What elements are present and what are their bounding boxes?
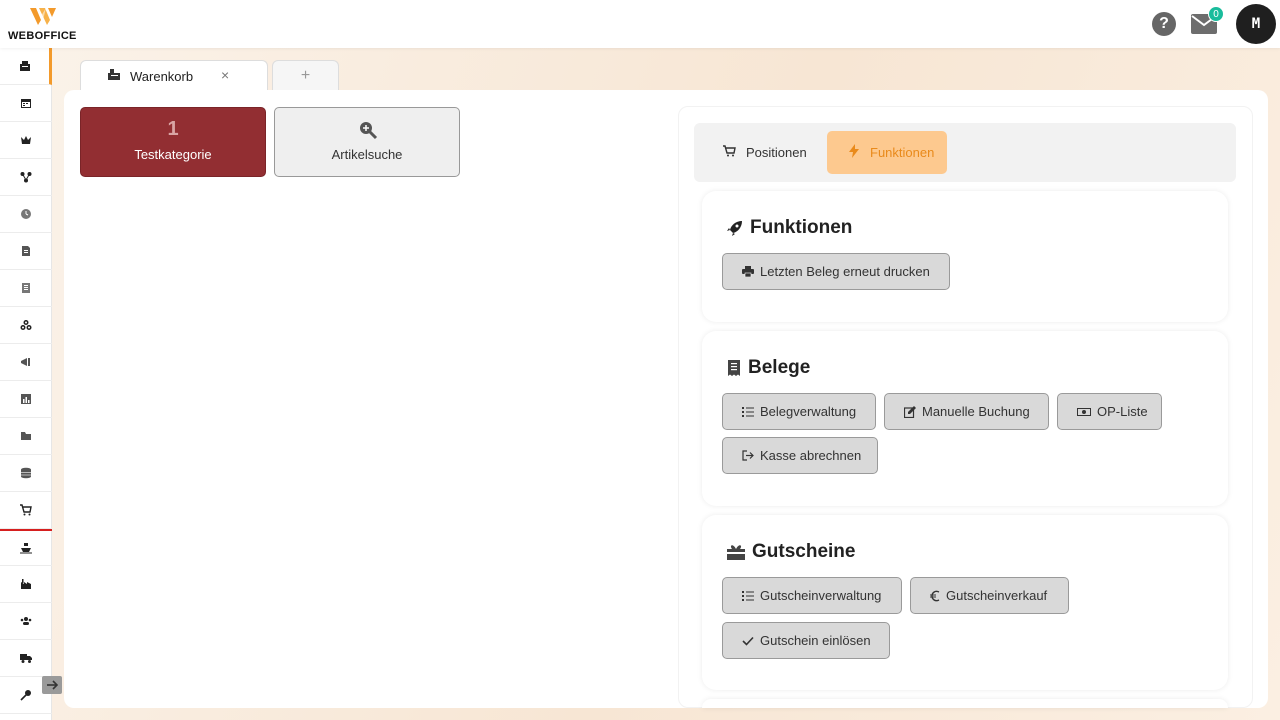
industry-icon xyxy=(21,579,31,589)
gutscheine-title: Gutscheine xyxy=(752,541,856,562)
sidebar-item-truck[interactable] xyxy=(0,640,52,677)
search-plus-icon xyxy=(360,122,378,140)
sidebar-item-chart[interactable] xyxy=(0,381,52,418)
crown-icon xyxy=(21,136,31,144)
money-bill-icon xyxy=(1077,407,1091,416)
tab-label: Warenkorb xyxy=(130,69,194,84)
card-funktionen: Funktionen Letzten Beleg erneut drucken xyxy=(702,191,1228,322)
sidebar-item-calendar[interactable] xyxy=(0,85,52,122)
close-icon[interactable]: × xyxy=(221,67,229,83)
gutschein-einloesen-label: Gutschein einlösen xyxy=(760,633,871,648)
sidebar-item-cash-register[interactable] xyxy=(0,48,52,85)
gutscheinverkauf-label: Gutscheinverkauf xyxy=(946,588,1048,603)
article-search-label: Artikelsuche xyxy=(331,147,403,162)
list-icon xyxy=(742,590,754,601)
check-icon xyxy=(742,636,754,646)
gift-card-icon xyxy=(727,545,745,560)
receipt-icon xyxy=(22,283,30,293)
sidebar-expand-button[interactable] xyxy=(42,676,62,694)
lightning-icon xyxy=(849,144,859,158)
gutscheinverwaltung-button[interactable]: Gutscheinverwaltung xyxy=(722,577,902,614)
positionen-label: Positionen xyxy=(746,145,807,160)
reprint-receipt-label: Letzten Beleg erneut drucken xyxy=(760,264,930,279)
sidebar-item-users[interactable] xyxy=(0,603,52,640)
card-belege: Belege Belegverwaltung Manuelle Buchung … xyxy=(702,331,1228,506)
folder-icon xyxy=(21,432,31,440)
cash-register-icon xyxy=(108,69,120,80)
sidebar-item-clock[interactable] xyxy=(0,196,52,233)
gutschein-einloesen-button[interactable]: Gutschein einlösen xyxy=(722,622,890,659)
cart-icon xyxy=(723,145,736,157)
card-title-funktionen: Funktionen xyxy=(726,217,852,239)
database-icon xyxy=(21,467,31,479)
calendar-icon xyxy=(21,99,31,108)
boxes-icon xyxy=(20,320,32,330)
category-label: Testkategorie xyxy=(134,147,212,162)
funktionen-title: Funktionen xyxy=(750,217,853,238)
add-tab-button[interactable]: + xyxy=(272,60,339,91)
key-icon xyxy=(20,690,31,701)
logo-text: WEBOFFICE xyxy=(8,30,77,42)
logo-mark-icon xyxy=(30,8,56,25)
mail-count-badge: 0 xyxy=(1208,6,1224,22)
truck-icon xyxy=(20,654,32,663)
receipt-icon xyxy=(728,360,740,376)
sidebar-item-folder[interactable] xyxy=(0,418,52,455)
article-search-button[interactable]: Artikelsuche xyxy=(274,107,460,177)
op-liste-label: OP-Liste xyxy=(1097,404,1148,419)
category-button-testkategorie[interactable]: 1 Testkategorie xyxy=(80,107,266,177)
network-icon xyxy=(20,172,32,183)
kasse-abrechnen-button[interactable]: Kasse abrechnen xyxy=(722,437,878,474)
list-icon xyxy=(742,406,754,417)
arrow-right-icon xyxy=(47,680,58,690)
sidebar-item-megaphone[interactable] xyxy=(0,344,52,381)
kasse-abrechnen-label: Kasse abrechnen xyxy=(760,448,862,463)
sidebar-item-network[interactable] xyxy=(0,159,52,196)
sidebar-item-receipt[interactable] xyxy=(0,270,52,307)
megaphone-icon xyxy=(21,358,30,366)
document-icon xyxy=(22,246,30,256)
help-button[interactable]: ? xyxy=(1152,12,1176,36)
user-avatar[interactable]: M xyxy=(1236,4,1276,44)
card-gutscheine: Gutscheine Gutscheinverwaltung Gutschein… xyxy=(702,515,1228,690)
clock-icon xyxy=(21,209,31,219)
gutscheinverkauf-button[interactable]: Gutscheinverkauf xyxy=(910,577,1069,614)
card-title-belege: Belege xyxy=(726,357,810,379)
chart-icon xyxy=(21,394,31,404)
sidebar-item-boxes[interactable] xyxy=(0,307,52,344)
printer-icon xyxy=(742,266,754,277)
weboffice-logo[interactable]: WEBOFFICE xyxy=(8,6,80,42)
belegverwaltung-button[interactable]: Belegverwaltung xyxy=(722,393,876,430)
sidebar-item-document[interactable] xyxy=(0,233,52,270)
sidebar-item-crown[interactable] xyxy=(0,122,52,159)
tab-warenkorb[interactable]: Warenkorb × xyxy=(80,60,268,91)
op-liste-button[interactable]: OP-Liste xyxy=(1057,393,1162,430)
sidebar-item-ship[interactable] xyxy=(0,529,52,566)
card-next-partial xyxy=(702,699,1228,708)
sidebar-item-industry[interactable] xyxy=(0,566,52,603)
tab-positionen[interactable]: Positionen xyxy=(712,131,820,174)
belege-title: Belege xyxy=(748,357,811,378)
manuelle-buchung-label: Manuelle Buchung xyxy=(922,404,1030,419)
cash-register-icon xyxy=(19,61,30,71)
euro-icon xyxy=(930,590,940,601)
ship-icon xyxy=(20,543,32,554)
reprint-receipt-button[interactable]: Letzten Beleg erneut drucken xyxy=(722,253,950,290)
top-bar: WEBOFFICE ? 0 M xyxy=(0,0,1280,48)
funktionen-label: Funktionen xyxy=(870,145,935,160)
manuelle-buchung-button[interactable]: Manuelle Buchung xyxy=(884,393,1049,430)
card-title-gutscheine: Gutscheine xyxy=(726,541,855,563)
users-icon xyxy=(20,617,32,625)
tab-funktionen[interactable]: Funktionen xyxy=(827,131,947,174)
sidebar-item-database[interactable] xyxy=(0,455,52,492)
sign-out-icon xyxy=(742,450,754,461)
cart-icon xyxy=(20,504,32,516)
belegverwaltung-label: Belegverwaltung xyxy=(760,404,857,419)
gutscheinverwaltung-label: Gutscheinverwaltung xyxy=(760,588,882,603)
edit-icon xyxy=(904,405,916,418)
sidebar-item-cart[interactable] xyxy=(0,492,52,529)
category-number: 1 xyxy=(167,118,179,140)
sidebar xyxy=(0,48,52,720)
rocket-icon xyxy=(727,221,742,236)
